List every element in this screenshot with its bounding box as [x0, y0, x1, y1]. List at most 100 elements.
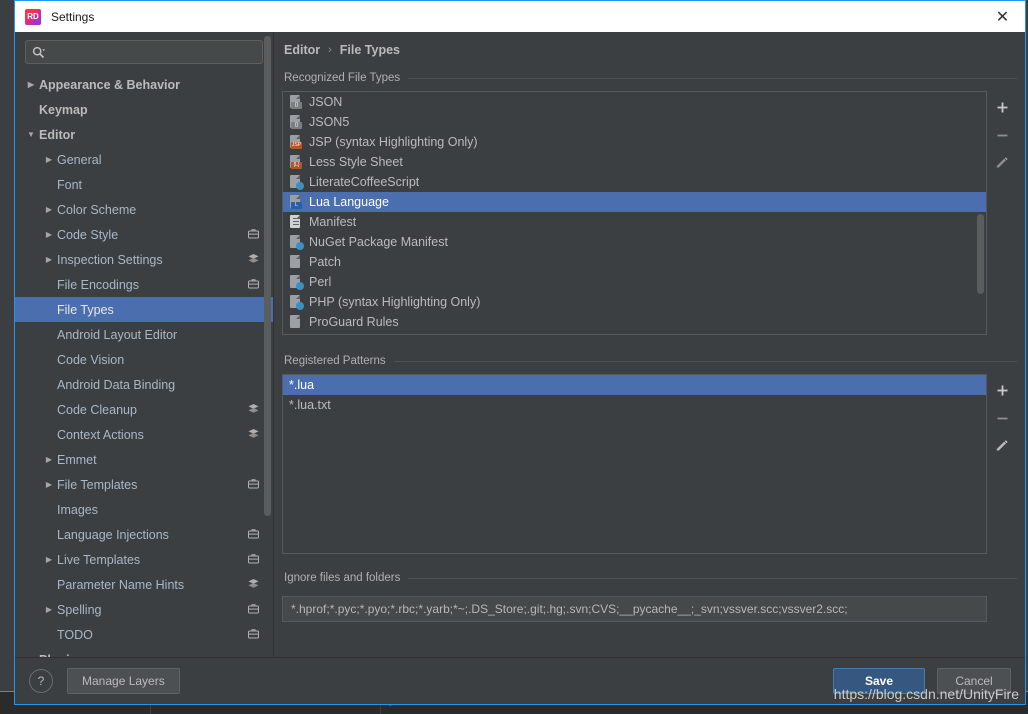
sidebar-item-label: File Encodings [57, 277, 139, 292]
dialog-title: Settings [51, 9, 95, 24]
file-type-row[interactable]: {} JSON5 [283, 112, 986, 132]
layers-icon [248, 578, 259, 592]
sidebar-item-file-types[interactable]: File Types [15, 297, 273, 322]
perl-file-icon [289, 275, 304, 290]
file-type-row[interactable]: {} JSON [283, 92, 986, 112]
file-types-scrollbar-thumb[interactable] [977, 214, 984, 294]
sidebar-item-keymap[interactable]: Keymap [15, 97, 273, 122]
registered-patterns-label: Registered Patterns [284, 355, 386, 367]
sidebar-item-code-cleanup[interactable]: Code Cleanup [15, 397, 273, 422]
rider-icon [25, 8, 41, 25]
sidebar-item-label: Images [57, 502, 98, 517]
file-type-row[interactable]: JSP JSP (syntax Highlighting Only) [283, 132, 986, 152]
sidebar-item-live-templates[interactable]: ▶ Live Templates [15, 547, 273, 572]
file-type-row[interactable]: {L} Less Style Sheet [283, 152, 986, 172]
sidebar-item-label: TODO [57, 627, 93, 642]
edit-pattern-button[interactable] [990, 434, 1014, 458]
sidebar-item-emmet[interactable]: ▶ Emmet [15, 447, 273, 472]
add-pattern-button[interactable] [990, 378, 1014, 402]
file-type-row[interactable]: Project [283, 332, 986, 334]
chevron-right-icon[interactable]: ▶ [41, 555, 57, 564]
help-button[interactable]: ? [29, 669, 53, 693]
sidebar-item-android-layout-editor[interactable]: Android Layout Editor [15, 322, 273, 347]
briefcase-icon [248, 553, 259, 567]
manage-layers-button[interactable]: Manage Layers [67, 668, 180, 694]
pattern-value: *.lua [289, 378, 315, 392]
chevron-right-icon[interactable]: ▶ [41, 255, 57, 264]
file-type-row[interactable]: LiterateCoffeeScript [283, 172, 986, 192]
sidebar-item-font[interactable]: Font [15, 172, 273, 197]
file-type-row[interactable]: ProGuard Rules [283, 312, 986, 332]
search-box[interactable] [25, 40, 263, 64]
registered-patterns-list[interactable]: *.lua *.lua.txt [282, 374, 987, 554]
file-type-row[interactable]: NuGet Package Manifest [283, 232, 986, 252]
breadcrumb-parent[interactable]: Editor [284, 43, 320, 57]
file-type-name: Less Style Sheet [309, 155, 403, 169]
chevron-right-icon[interactable]: ▶ [41, 480, 57, 489]
sidebar-item-language-injections[interactable]: Language Injections [15, 522, 273, 547]
save-button[interactable]: Save [833, 668, 925, 694]
recognized-file-types-list[interactable]: {} JSON {} JSON5 JSP JSP (syntax Highlighting… [282, 91, 987, 335]
chevron-right-icon[interactable]: ▶ [41, 605, 57, 614]
sidebar-item-label: Font [57, 177, 83, 192]
file-type-row[interactable]: Manifest [283, 212, 986, 232]
briefcase-icon [248, 478, 259, 492]
remove-file-type-button[interactable] [990, 123, 1014, 147]
chevron-right-icon[interactable]: ▶ [41, 205, 57, 214]
ignore-files-input[interactable] [289, 601, 980, 617]
sidebar-item-code-style[interactable]: ▶ Code Style [15, 222, 273, 247]
remove-pattern-button[interactable] [990, 406, 1014, 430]
sidebar-item-general[interactable]: ▶ General [15, 147, 273, 172]
file-type-row[interactable]: PHP (syntax Highlighting Only) [283, 292, 986, 312]
sidebar-item-file-templates[interactable]: ▶ File Templates [15, 472, 273, 497]
search-container [15, 32, 273, 70]
chevron-right-icon[interactable]: ▶ [23, 80, 39, 89]
ignore-files-field[interactable] [282, 596, 987, 622]
chevron-right-icon[interactable]: ▶ [41, 155, 57, 164]
pattern-row[interactable]: *.lua.txt [283, 395, 986, 415]
chevron-down-icon[interactable]: ▼ [23, 130, 39, 139]
sidebar-item-label: Keymap [39, 102, 88, 117]
settings-content: Editor › File Types Recognized File Type… [274, 32, 1025, 657]
sidebar-item-context-actions[interactable]: Context Actions [15, 422, 273, 447]
sidebar-item-color-scheme[interactable]: ▶ Color Scheme [15, 197, 273, 222]
dialog-footer: ? Manage Layers Save Cancel https://blog… [15, 657, 1025, 704]
breadcrumb-separator-icon: › [328, 44, 332, 56]
sidebar-item-images[interactable]: Images [15, 497, 273, 522]
sidebar-item-android-data-binding[interactable]: Android Data Binding [15, 372, 273, 397]
sidebar-item-parameter-name-hints[interactable]: Parameter Name Hints [15, 572, 273, 597]
recognized-file-types-title: Recognized File Types [282, 68, 1017, 88]
pattern-rows: *.lua *.lua.txt [283, 375, 986, 415]
file-type-row[interactable]: L Lua Language [283, 192, 986, 212]
sidebar-item-code-vision[interactable]: Code Vision [15, 347, 273, 372]
close-icon[interactable]: ✕ [980, 1, 1025, 32]
json-file-icon: {} [289, 95, 303, 109]
pattern-row[interactable]: *.lua [283, 375, 986, 395]
sidebar-scrollbar[interactable] [264, 36, 271, 541]
sidebar-item-inspection-settings[interactable]: ▶ Inspection Settings [15, 247, 273, 272]
settings-tree[interactable]: ▶ Appearance & Behavior Keymap ▼ Editor ▶ Gene… [15, 70, 273, 657]
chevron-right-icon[interactable]: ▶ [41, 455, 57, 464]
chevron-right-icon[interactable]: ▶ [41, 230, 57, 239]
dialog-body: ▶ Appearance & Behavior Keymap ▼ Editor ▶ Gene… [15, 32, 1025, 657]
search-icon [32, 46, 45, 59]
file-type-row[interactable]: Patch [283, 252, 986, 272]
section-divider [393, 360, 1017, 362]
breadcrumb-current: File Types [339, 43, 400, 57]
sidebar-item-todo[interactable]: TODO [15, 622, 273, 647]
sidebar-item-label: Parameter Name Hints [57, 577, 185, 592]
sidebar-item-appearance-behavior[interactable]: ▶ Appearance & Behavior [15, 72, 273, 97]
pattern-value: *.lua.txt [289, 398, 331, 412]
sidebar-scrollbar-thumb[interactable] [264, 36, 271, 516]
file-type-row[interactable]: Perl [283, 272, 986, 292]
sidebar-item-file-encodings[interactable]: File Encodings [15, 272, 273, 297]
cancel-button[interactable]: Cancel [937, 668, 1011, 694]
edit-file-type-button[interactable] [990, 151, 1014, 175]
file-types-scrollbar[interactable] [977, 94, 984, 332]
sidebar-item-editor[interactable]: ▼ Editor [15, 122, 273, 147]
sidebar-item-spelling[interactable]: ▶ Spelling [15, 597, 273, 622]
search-input[interactable] [49, 44, 256, 60]
sidebar-item-plugins[interactable]: Plugins [15, 647, 273, 658]
file-types-rows: {} JSON {} JSON5 JSP JSP (syntax Highlighting… [283, 92, 986, 334]
add-file-type-button[interactable] [990, 95, 1014, 119]
